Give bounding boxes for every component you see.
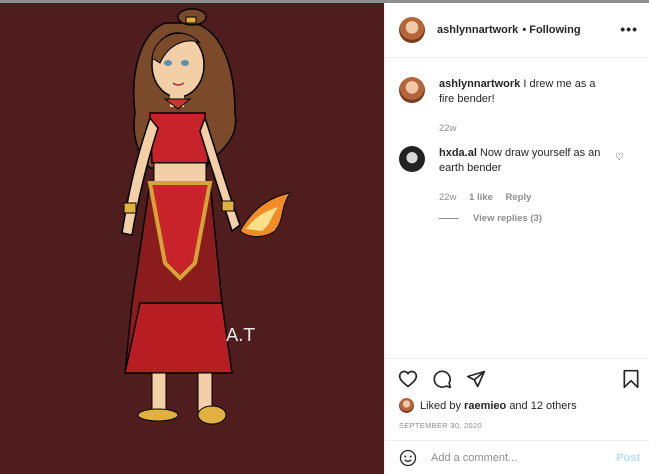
replies-divider — [439, 218, 459, 219]
add-comment-bar: Post — [385, 440, 649, 474]
view-replies-button[interactable]: View replies (3) — [439, 213, 542, 224]
view-replies-label[interactable]: View replies (3) — [473, 213, 542, 224]
share-icon[interactable] — [466, 369, 486, 389]
following-status[interactable]: • Following — [522, 24, 580, 36]
post-comment-button[interactable]: Post — [616, 452, 640, 464]
caption-time[interactable]: 22w — [439, 123, 456, 134]
add-comment-input[interactable] — [431, 451, 617, 464]
liked-by: Liked by raemieo and 12 others — [399, 398, 577, 413]
artist-signature: A.T — [226, 325, 256, 346]
liked-by-prefix: Liked by — [420, 399, 461, 412]
post-header: ashlynnartwork • Following ••• — [385, 3, 649, 58]
commenter-avatar[interactable] — [399, 146, 425, 172]
reply-button[interactable]: Reply — [506, 192, 532, 203]
author-username[interactable]: ashlynnartwork — [437, 24, 518, 36]
liked-by-suffix[interactable]: and 12 others — [509, 400, 576, 412]
caption-username[interactable]: ashlynnartwork — [439, 78, 520, 90]
liker-avatar[interactable] — [399, 398, 414, 413]
post-date[interactable]: SEPTEMBER 30, 2020 — [399, 421, 482, 430]
fire-bender-illustration: A.T — [121, 8, 292, 425]
post-actions: Liked by raemieo and 12 others SEPTEMBER… — [385, 358, 649, 438]
post-image[interactable]: A.T — [0, 3, 384, 474]
commenter-username[interactable]: hxda.al — [439, 147, 477, 159]
comment-time[interactable]: 22w — [439, 192, 456, 203]
post-sidebar: ashlynnartwork • Following ••• ashlynnar… — [384, 3, 649, 474]
heart-icon[interactable] — [398, 369, 418, 389]
emoji-icon[interactable] — [399, 449, 417, 467]
comment-item: hxda.al Now draw yourself as an earth be… — [399, 146, 639, 205]
comment-likes[interactable]: 1 like — [469, 192, 493, 203]
liked-by-user[interactable]: raemieo — [464, 400, 506, 412]
more-options-icon[interactable]: ••• — [620, 21, 638, 37]
bookmark-icon[interactable] — [622, 369, 640, 389]
comments-list: ashlynnartwork I drew me as a fire bende… — [385, 59, 649, 357]
caption-comment: ashlynnartwork I drew me as a fire bende… — [399, 77, 639, 136]
caption-avatar[interactable] — [399, 77, 425, 103]
comment-icon[interactable] — [432, 369, 452, 389]
comment-like-heart-icon[interactable]: ♡ — [615, 152, 624, 163]
author-avatar[interactable] — [399, 17, 425, 43]
